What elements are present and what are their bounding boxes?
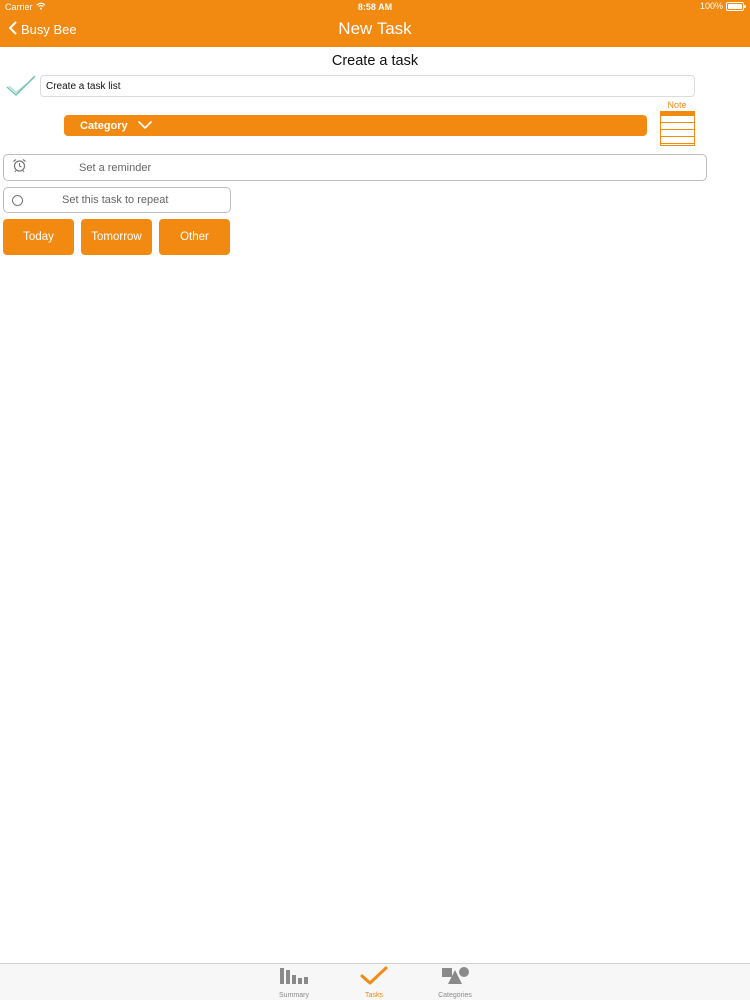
reminder-field[interactable]: Set a reminder — [3, 154, 707, 181]
category-label: Category — [80, 119, 128, 132]
page-title: New Task — [338, 19, 412, 38]
tab-summary-label: Summary — [279, 992, 309, 999]
today-button[interactable]: Today — [3, 219, 74, 255]
radio-circle-icon[interactable] — [12, 194, 23, 206]
tab-categories-label: Categories — [438, 992, 472, 999]
other-button[interactable]: Other — [159, 219, 230, 255]
task-name-input[interactable] — [40, 75, 695, 97]
shapes-icon — [440, 967, 470, 990]
repeat-toggle[interactable]: Set this task to repeat — [3, 187, 231, 213]
note-button[interactable]: Note — [659, 100, 697, 150]
tomorrow-button[interactable]: Tomorrow — [81, 219, 152, 255]
alarm-clock-icon — [12, 158, 27, 178]
checkmark-tab-icon — [360, 966, 388, 990]
tab-categories[interactable]: Categories — [425, 966, 485, 999]
tab-tasks[interactable]: Tasks — [344, 966, 404, 999]
bar-chart-icon — [279, 968, 309, 990]
checkmark-icon — [6, 74, 36, 103]
chevron-down-icon — [137, 120, 152, 132]
status-time: 8:58 AM — [357, 2, 393, 12]
battery-info: 100% — [699, 1, 746, 11]
status-bar: Carrier 8:58 AM 100% — [0, 0, 750, 14]
tab-bar: Summary Tasks Categories — [0, 963, 750, 1000]
tab-tasks-label: Tasks — [365, 992, 383, 999]
notepad-icon — [660, 111, 695, 146]
note-label: Note — [667, 100, 687, 110]
tab-summary[interactable]: Summary — [264, 966, 324, 999]
battery-percent: 100% — [699, 1, 723, 11]
battery-icon — [726, 1, 746, 11]
reminder-label: Set a reminder — [79, 161, 152, 174]
category-dropdown[interactable]: Category — [64, 115, 647, 136]
repeat-label: Set this task to repeat — [62, 194, 169, 206]
navigation-bar: Carrier 8:58 AM 100% Busy Bee New Task — [0, 0, 750, 47]
section-title: Create a task — [331, 53, 419, 69]
